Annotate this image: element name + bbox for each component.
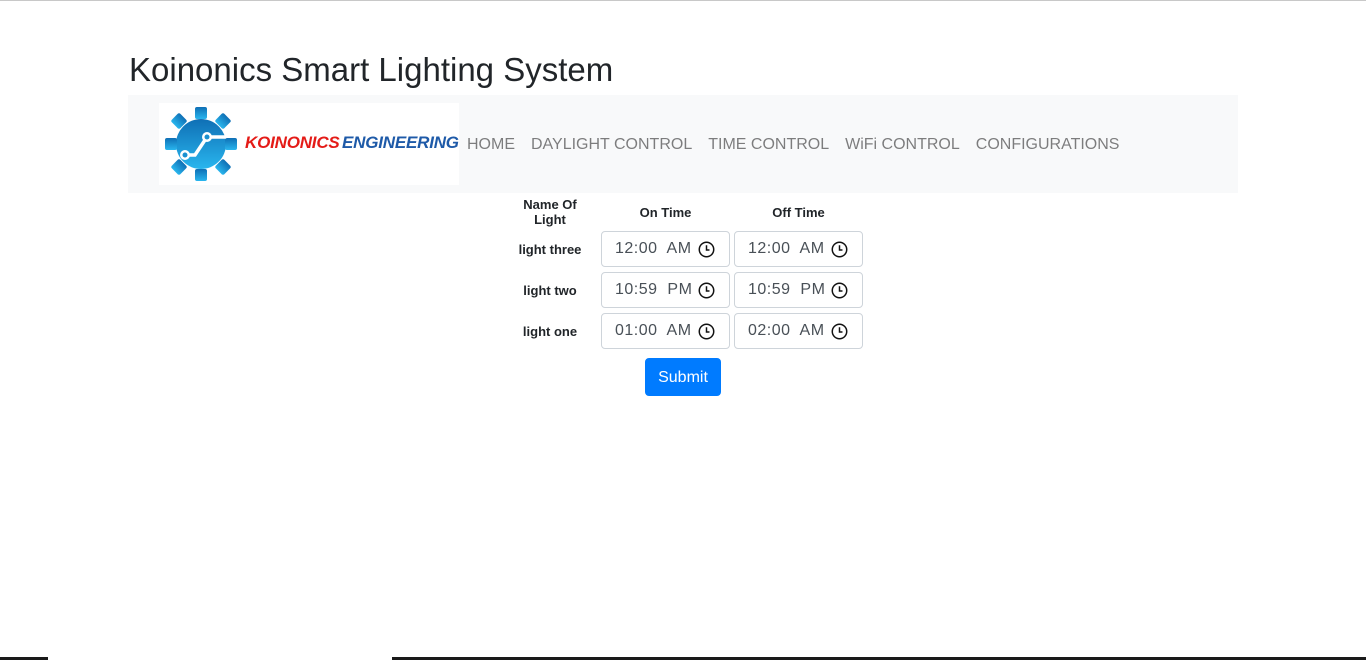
light-name: light two [523,282,577,298]
nav-item-home[interactable]: HOME [467,133,523,157]
top-border [0,0,1366,1]
clock-icon[interactable] [831,241,848,258]
time-value: 10:59 PM [615,281,693,298]
off-time-input-light-three[interactable]: 12:00 AM [734,231,863,267]
schedule-row-light-three: light three 12:00 AM 12:00 AM [502,230,864,268]
clock-icon[interactable] [698,323,715,340]
nav-item-time-control[interactable]: TIME CONTROL [700,133,837,157]
on-time-input-light-one[interactable]: 01:00 AM [601,313,730,349]
time-value: 02:00 AM [748,322,825,339]
schedule-header-row: Name Of Light On Time Off Time [502,197,864,227]
time-value: 12:00 AM [748,240,825,257]
page-title: Koinonics Smart Lighting System [129,51,614,88]
nav-item-wifi-control[interactable]: WiFi CONTROL [837,133,968,157]
header-off-time: Off Time [772,204,825,220]
brand-logo-link[interactable]: KOINONICS ENGINEERING [159,103,459,185]
header-on-time: On Time [639,204,692,220]
on-time-input-light-three[interactable]: 12:00 AM [601,231,730,267]
nav-menu: HOME DAYLIGHT CONTROL TIME CONTROL WiFi … [467,133,1127,157]
gear-circuit-icon [165,107,237,181]
time-value: 01:00 AM [615,322,692,339]
off-time-input-light-two[interactable]: 10:59 PM [734,272,863,308]
schedule-row-light-one: light one 01:00 AM 02:00 AM [502,312,864,350]
clock-icon[interactable] [698,282,715,299]
submit-button[interactable]: Submit [645,358,721,396]
time-value: 12:00 AM [615,240,692,257]
schedule-row-light-two: light two 10:59 PM 10:59 PM [502,271,864,309]
clock-icon[interactable] [831,282,848,299]
light-name: light one [522,323,578,339]
nav-item-daylight-control[interactable]: DAYLIGHT CONTROL [523,133,700,157]
schedule-table: Name Of Light On Time Off Time light thr… [500,194,866,353]
clock-icon[interactable] [831,323,848,340]
light-name: light three [518,241,582,257]
off-time-input-light-one[interactable]: 02:00 AM [734,313,863,349]
brand-word-koinonics: KOINONICS [245,133,340,152]
time-value: 10:59 PM [748,281,826,298]
brand-word-engineering: ENGINEERING [342,133,459,152]
header-name-of-light: Name Of Light [523,197,577,227]
clock-icon[interactable] [698,241,715,258]
on-time-input-light-two[interactable]: 10:59 PM [601,272,730,308]
nav-item-configurations[interactable]: CONFIGURATIONS [968,133,1128,157]
navbar: KOINONICS ENGINEERING HOME DAYLIGHT CONT… [128,95,1238,193]
